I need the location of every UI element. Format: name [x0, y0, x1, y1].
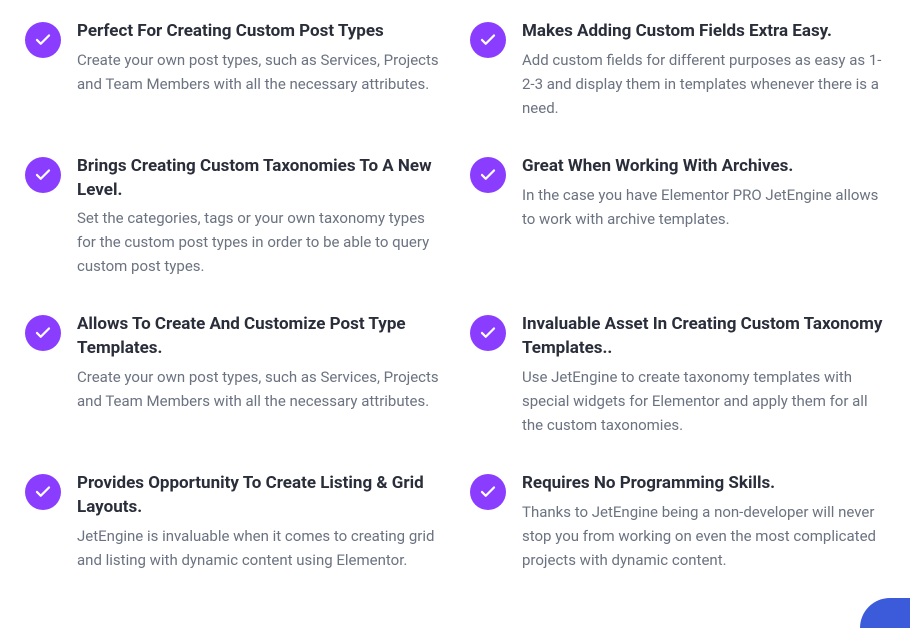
feature-content: Requires No Programming Skills. Thanks t… — [522, 472, 885, 572]
feature-content: Brings Creating Custom Taxonomies To A N… — [77, 155, 440, 279]
feature-item: Invaluable Asset In Creating Custom Taxo… — [470, 313, 885, 437]
feature-title: Invaluable Asset In Creating Custom Taxo… — [522, 313, 885, 361]
feature-title: Provides Opportunity To Create Listing &… — [77, 472, 440, 520]
feature-content: Allows To Create And Customize Post Type… — [77, 313, 440, 413]
feature-description: Use JetEngine to create taxonomy templat… — [522, 365, 885, 437]
feature-description: Set the categories, tags or your own tax… — [77, 206, 440, 278]
checkmark-icon — [25, 22, 61, 58]
feature-title: Makes Adding Custom Fields Extra Easy. — [522, 20, 885, 44]
feature-item: Allows To Create And Customize Post Type… — [25, 313, 440, 437]
feature-content: Invaluable Asset In Creating Custom Taxo… — [522, 313, 885, 437]
feature-title: Perfect For Creating Custom Post Types — [77, 20, 440, 44]
checkmark-icon — [25, 157, 61, 193]
feature-title: Allows To Create And Customize Post Type… — [77, 313, 440, 361]
feature-item: Brings Creating Custom Taxonomies To A N… — [25, 155, 440, 279]
feature-description: In the case you have Elementor PRO JetEn… — [522, 183, 885, 231]
feature-description: Create your own post types, such as Serv… — [77, 365, 440, 413]
feature-description: Create your own post types, such as Serv… — [77, 48, 440, 96]
feature-item: Provides Opportunity To Create Listing &… — [25, 472, 440, 572]
corner-badge — [860, 598, 910, 628]
feature-title: Great When Working With Archives. — [522, 155, 885, 179]
feature-item: Requires No Programming Skills. Thanks t… — [470, 472, 885, 572]
feature-item: Great When Working With Archives. In the… — [470, 155, 885, 279]
feature-item: Perfect For Creating Custom Post Types C… — [25, 20, 440, 120]
checkmark-icon — [470, 474, 506, 510]
feature-description: JetEngine is invaluable when it comes to… — [77, 524, 440, 572]
feature-description: Thanks to JetEngine being a non-develope… — [522, 500, 885, 572]
feature-content: Perfect For Creating Custom Post Types C… — [77, 20, 440, 96]
feature-item: Makes Adding Custom Fields Extra Easy. A… — [470, 20, 885, 120]
feature-title: Brings Creating Custom Taxonomies To A N… — [77, 155, 440, 203]
checkmark-icon — [470, 157, 506, 193]
feature-title: Requires No Programming Skills. — [522, 472, 885, 496]
feature-content: Provides Opportunity To Create Listing &… — [77, 472, 440, 572]
checkmark-icon — [470, 315, 506, 351]
checkmark-icon — [25, 474, 61, 510]
checkmark-icon — [470, 22, 506, 58]
checkmark-icon — [25, 315, 61, 351]
feature-content: Makes Adding Custom Fields Extra Easy. A… — [522, 20, 885, 120]
feature-description: Add custom fields for different purposes… — [522, 48, 885, 120]
features-grid: Perfect For Creating Custom Post Types C… — [25, 20, 885, 572]
feature-content: Great When Working With Archives. In the… — [522, 155, 885, 231]
